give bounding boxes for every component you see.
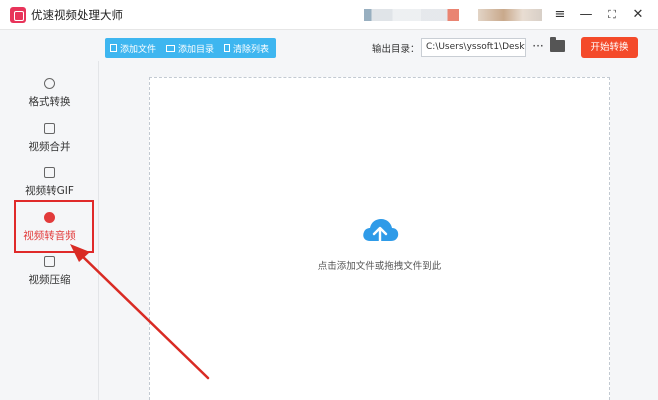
- minimize-icon[interactable]: —: [578, 7, 594, 23]
- menu-icon[interactable]: ≡: [552, 7, 568, 23]
- start-convert-button[interactable]: 开始转换: [581, 37, 638, 58]
- sidebar-item-format-convert[interactable]: 格式转换: [0, 78, 99, 118]
- add-folder-button[interactable]: 添加目录: [161, 42, 219, 55]
- sidebar-item-label: 视频合并: [28, 141, 71, 153]
- add-file-label: 添加文件: [120, 44, 157, 55]
- highlight-box: [14, 200, 94, 253]
- close-icon[interactable]: ✕: [630, 7, 646, 23]
- compress-icon: [44, 256, 55, 267]
- output-path-field[interactable]: C:\Users\yssoft1\Deskt: [421, 38, 526, 57]
- sidebar-item-merge[interactable]: 视频合并: [0, 123, 99, 163]
- blurred-user-area: [478, 9, 542, 21]
- clear-list-button[interactable]: 清除列表: [219, 42, 274, 55]
- folder-outline-icon: [166, 44, 176, 52]
- format-convert-icon: [44, 78, 55, 89]
- open-folder-icon[interactable]: [550, 37, 565, 52]
- clear-list-label: 清除列表: [233, 44, 270, 55]
- add-folder-label: 添加目录: [178, 44, 215, 55]
- sidebar-item-label: 视频压缩: [28, 274, 71, 286]
- output-dir-label: 输出目录：: [372, 44, 420, 55]
- file-icon: [110, 44, 117, 52]
- blurred-account-area: [364, 9, 459, 21]
- file-toolbar: 添加文件 添加目录 清除列表: [105, 38, 276, 58]
- cloud-upload-icon: [363, 219, 399, 247]
- add-file-button[interactable]: 添加文件: [105, 42, 161, 55]
- trash-icon: [224, 44, 231, 52]
- sidebar-item-label: 格式转换: [28, 96, 71, 108]
- merge-icon: [44, 123, 55, 134]
- sidebar-item-label: 视频转GIF: [25, 185, 74, 197]
- maximize-icon[interactable]: ⛶: [604, 7, 620, 23]
- title-bar: 优速视频处理大师 ≡ — ⛶ ✕: [0, 0, 658, 30]
- more-options-button[interactable]: ···: [531, 38, 545, 57]
- app-logo-icon: [10, 7, 26, 23]
- app-title: 优速视频处理大师: [31, 8, 123, 22]
- sidebar-item-compress[interactable]: 视频压缩: [0, 256, 99, 296]
- drop-hint-text: 点击添加文件或拖拽文件到此: [317, 261, 442, 272]
- file-drop-zone[interactable]: 点击添加文件或拖拽文件到此: [149, 77, 610, 400]
- gif-icon: [44, 167, 55, 178]
